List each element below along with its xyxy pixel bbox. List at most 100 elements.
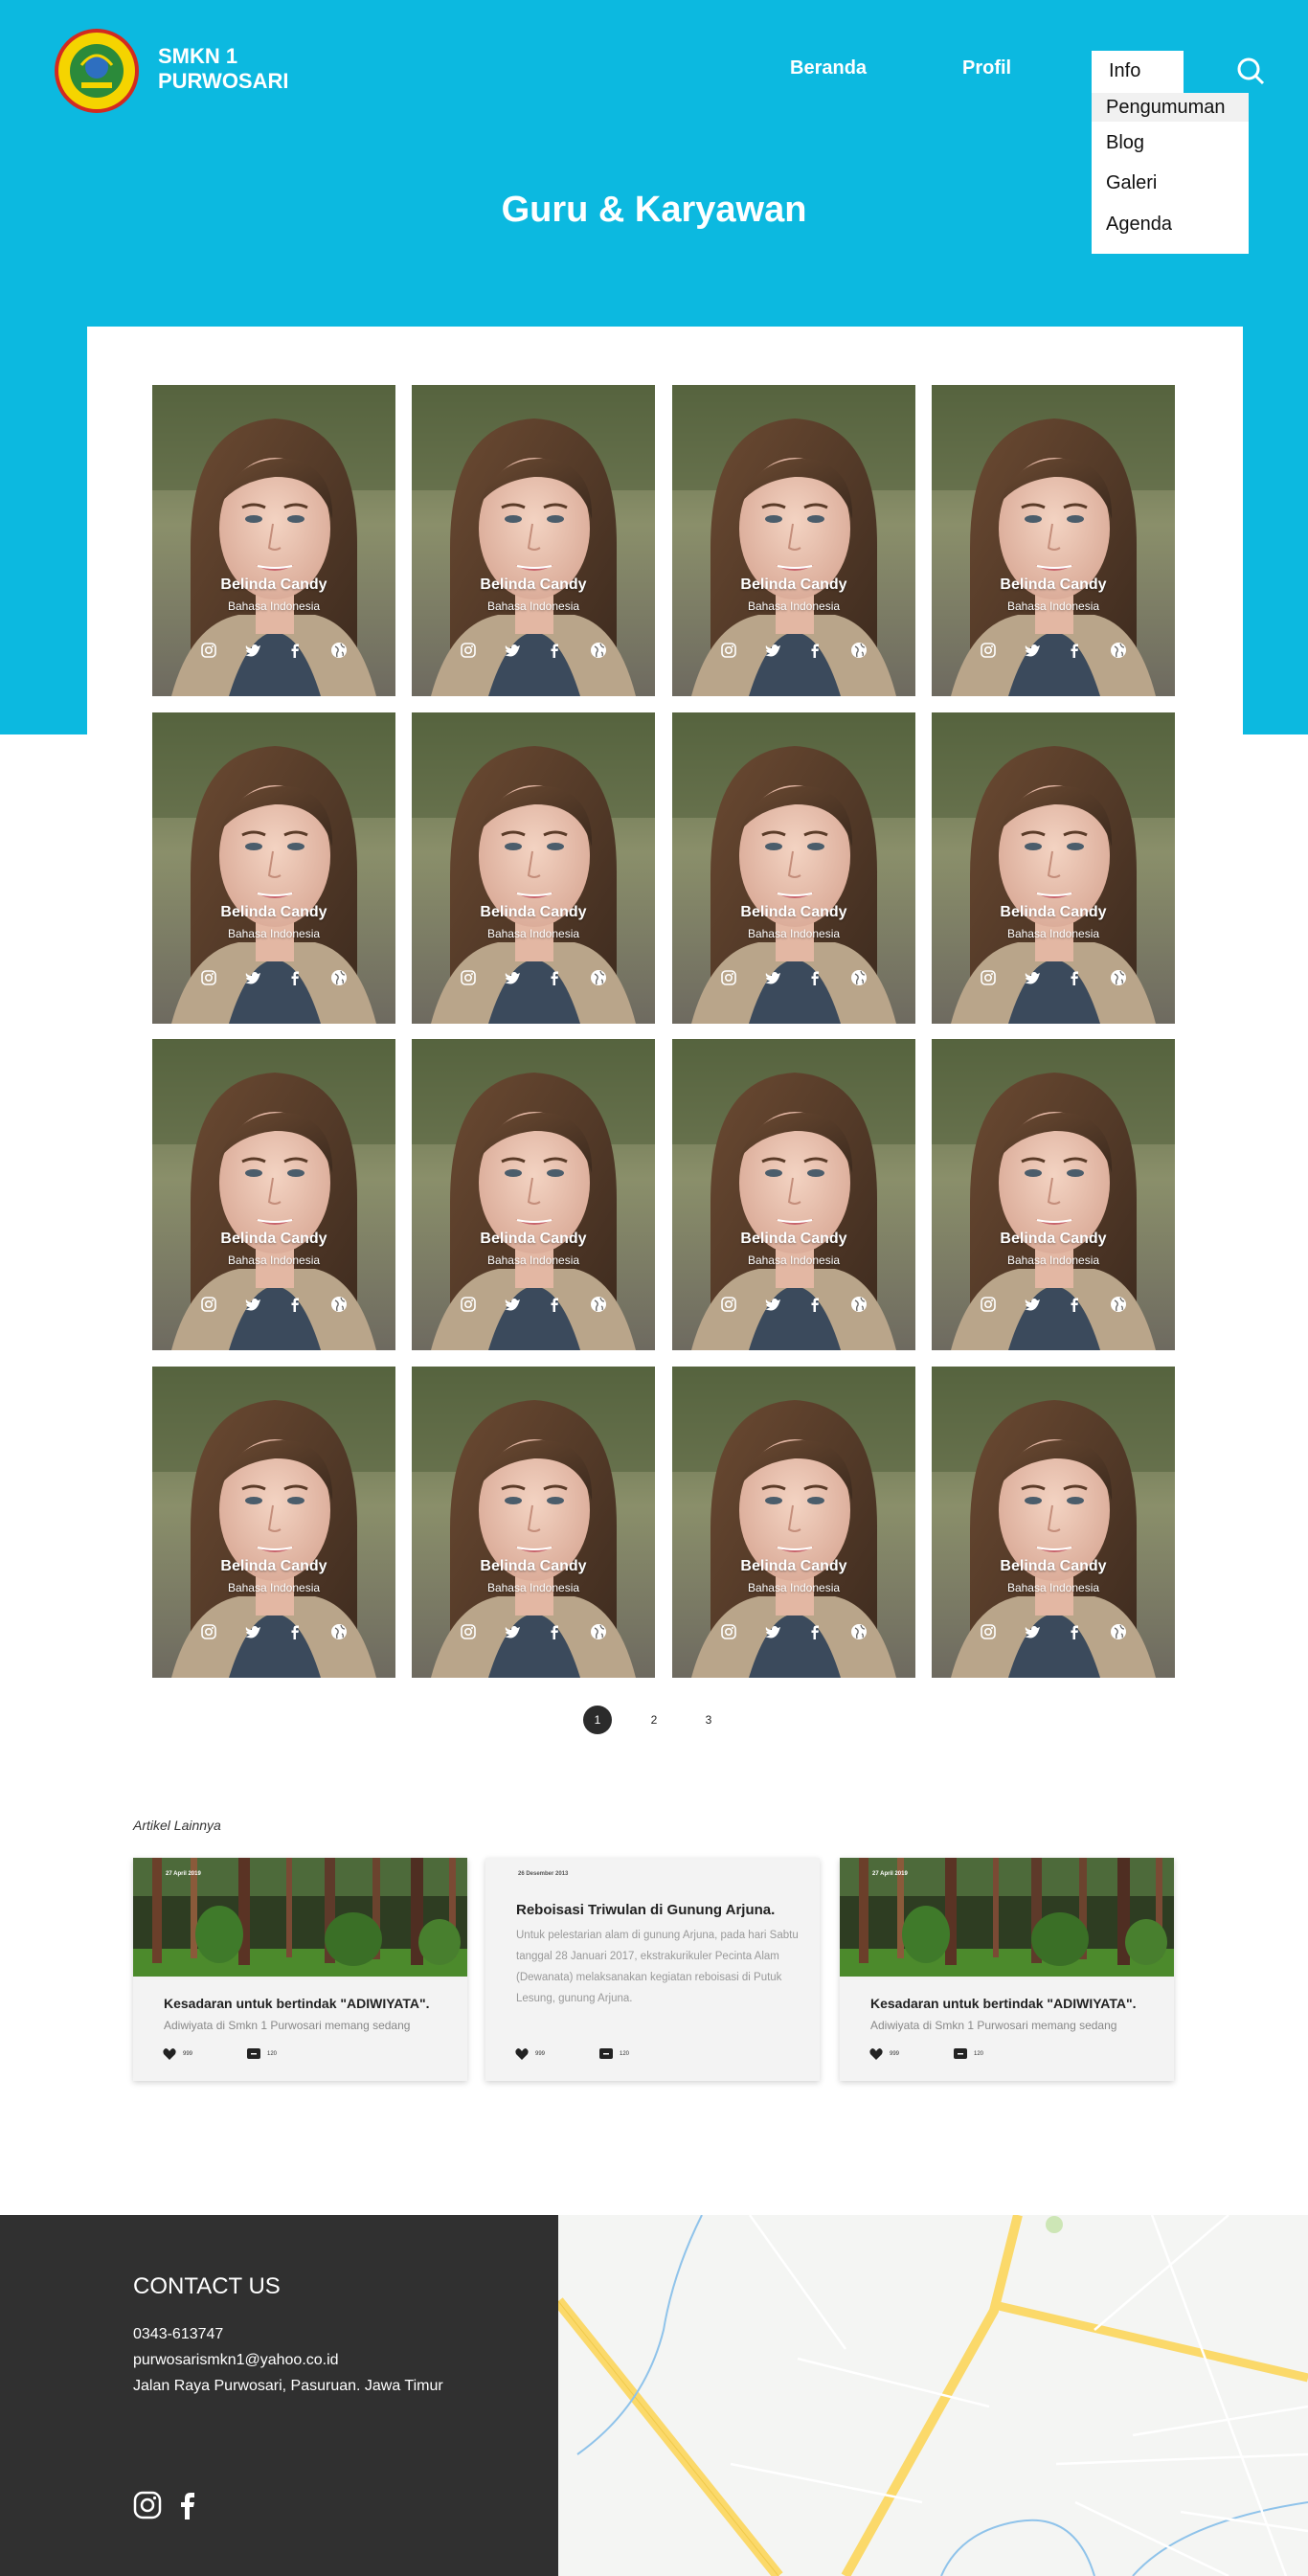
instagram-icon[interactable]: [460, 1623, 477, 1640]
instagram-icon[interactable]: [460, 1296, 477, 1313]
globe-icon[interactable]: [590, 1623, 607, 1640]
twitter-icon[interactable]: [244, 969, 261, 986]
twitter-icon[interactable]: [244, 1623, 261, 1640]
comment-icon[interactable]: [953, 2046, 968, 2062]
facebook-icon[interactable]: [546, 969, 563, 986]
twitter-icon[interactable]: [244, 1296, 261, 1313]
facebook-icon[interactable]: [286, 1296, 304, 1313]
staff-card[interactable]: Belinda Candy Bahasa Indonesia: [412, 712, 655, 1024]
heart-icon[interactable]: [868, 2046, 884, 2062]
staff-card[interactable]: Belinda Candy Bahasa Indonesia: [412, 1367, 655, 1678]
staff-card[interactable]: Belinda Candy Bahasa Indonesia: [152, 1367, 395, 1678]
twitter-icon[interactable]: [764, 642, 781, 659]
facebook-icon[interactable]: [546, 642, 563, 659]
contact-email[interactable]: purwosarismkn1@yahoo.co.id: [133, 2352, 339, 2369]
twitter-icon[interactable]: [764, 1296, 781, 1313]
globe-icon[interactable]: [850, 642, 868, 659]
globe-icon[interactable]: [590, 969, 607, 986]
twitter-icon[interactable]: [764, 1623, 781, 1640]
facebook-icon[interactable]: [546, 1296, 563, 1313]
instagram-icon[interactable]: [200, 1623, 217, 1640]
globe-icon[interactable]: [330, 642, 348, 659]
globe-icon[interactable]: [590, 642, 607, 659]
facebook-icon[interactable]: [1066, 1623, 1083, 1640]
globe-icon[interactable]: [330, 1296, 348, 1313]
facebook-icon[interactable]: [1066, 1296, 1083, 1313]
article-card[interactable]: 26 Desember 2013 Reboisasi Triwulan di G…: [485, 1858, 820, 2081]
brand-name[interactable]: SMKN 1 PURWOSARI: [158, 44, 289, 94]
twitter-icon[interactable]: [504, 642, 521, 659]
facebook-icon[interactable]: [1066, 642, 1083, 659]
instagram-icon[interactable]: [720, 642, 737, 659]
pagination-page-3[interactable]: 3: [694, 1706, 723, 1734]
instagram-icon[interactable]: [980, 642, 997, 659]
staff-card[interactable]: Belinda Candy Bahasa Indonesia: [412, 385, 655, 696]
instagram-icon[interactable]: [133, 2491, 162, 2520]
facebook-icon[interactable]: [286, 969, 304, 986]
twitter-icon[interactable]: [764, 969, 781, 986]
twitter-icon[interactable]: [504, 969, 521, 986]
dropdown-item-blog[interactable]: Blog: [1092, 128, 1249, 157]
globe-icon[interactable]: [1110, 1623, 1127, 1640]
instagram-icon[interactable]: [980, 1623, 997, 1640]
instagram-icon[interactable]: [200, 969, 217, 986]
dropdown-item-pengumuman[interactable]: Pengumuman: [1092, 93, 1249, 122]
globe-icon[interactable]: [330, 969, 348, 986]
instagram-icon[interactable]: [460, 642, 477, 659]
nav-profile[interactable]: Profil: [962, 57, 1011, 79]
facebook-icon[interactable]: [286, 1623, 304, 1640]
staff-card[interactable]: Belinda Candy Bahasa Indonesia: [672, 1039, 915, 1350]
staff-card[interactable]: Belinda Candy Bahasa Indonesia: [672, 1367, 915, 1678]
staff-card[interactable]: Belinda Candy Bahasa Indonesia: [152, 1039, 395, 1350]
twitter-icon[interactable]: [504, 1623, 521, 1640]
search-icon[interactable]: [1235, 56, 1266, 86]
article-card[interactable]: 27 April 2019 Kesadaran untuk bertindak …: [840, 1858, 1174, 2081]
globe-icon[interactable]: [1110, 642, 1127, 659]
nav-home[interactable]: Beranda: [790, 57, 867, 79]
facebook-icon[interactable]: [806, 1623, 823, 1640]
instagram-icon[interactable]: [460, 969, 477, 986]
pagination-page-1[interactable]: 1: [583, 1706, 612, 1734]
article-card[interactable]: 27 April 2019 Kesadaran untuk bertindak …: [133, 1858, 467, 2081]
instagram-icon[interactable]: [980, 1296, 997, 1313]
globe-icon[interactable]: [330, 1623, 348, 1640]
instagram-icon[interactable]: [200, 642, 217, 659]
facebook-icon[interactable]: [806, 642, 823, 659]
heart-icon[interactable]: [162, 2046, 177, 2062]
globe-icon[interactable]: [1110, 969, 1127, 986]
comment-icon[interactable]: [246, 2046, 261, 2062]
instagram-icon[interactable]: [720, 1296, 737, 1313]
facebook-icon[interactable]: [286, 642, 304, 659]
facebook-icon[interactable]: [806, 969, 823, 986]
school-logo[interactable]: [53, 27, 141, 115]
facebook-icon[interactable]: [173, 2491, 202, 2520]
staff-card[interactable]: Belinda Candy Bahasa Indonesia: [932, 1039, 1175, 1350]
twitter-icon[interactable]: [1024, 1296, 1041, 1313]
globe-icon[interactable]: [590, 1296, 607, 1313]
instagram-icon[interactable]: [720, 1623, 737, 1640]
nav-info[interactable]: Info: [1092, 51, 1184, 95]
heart-icon[interactable]: [514, 2046, 530, 2062]
instagram-icon[interactable]: [200, 1296, 217, 1313]
facebook-icon[interactable]: [806, 1296, 823, 1313]
facebook-icon[interactable]: [546, 1623, 563, 1640]
twitter-icon[interactable]: [504, 1296, 521, 1313]
twitter-icon[interactable]: [1024, 969, 1041, 986]
contact-phone[interactable]: 0343-613747: [133, 2326, 223, 2343]
staff-card[interactable]: Belinda Candy Bahasa Indonesia: [412, 1039, 655, 1350]
twitter-icon[interactable]: [1024, 642, 1041, 659]
globe-icon[interactable]: [850, 969, 868, 986]
comment-icon[interactable]: [598, 2046, 614, 2062]
staff-card[interactable]: Belinda Candy Bahasa Indonesia: [672, 712, 915, 1024]
staff-card[interactable]: Belinda Candy Bahasa Indonesia: [932, 712, 1175, 1024]
location-map[interactable]: [558, 2215, 1308, 2576]
twitter-icon[interactable]: [1024, 1623, 1041, 1640]
globe-icon[interactable]: [850, 1623, 868, 1640]
globe-icon[interactable]: [1110, 1296, 1127, 1313]
globe-icon[interactable]: [850, 1296, 868, 1313]
twitter-icon[interactable]: [244, 642, 261, 659]
instagram-icon[interactable]: [980, 969, 997, 986]
staff-card[interactable]: Belinda Candy Bahasa Indonesia: [152, 385, 395, 696]
staff-card[interactable]: Belinda Candy Bahasa Indonesia: [152, 712, 395, 1024]
facebook-icon[interactable]: [1066, 969, 1083, 986]
